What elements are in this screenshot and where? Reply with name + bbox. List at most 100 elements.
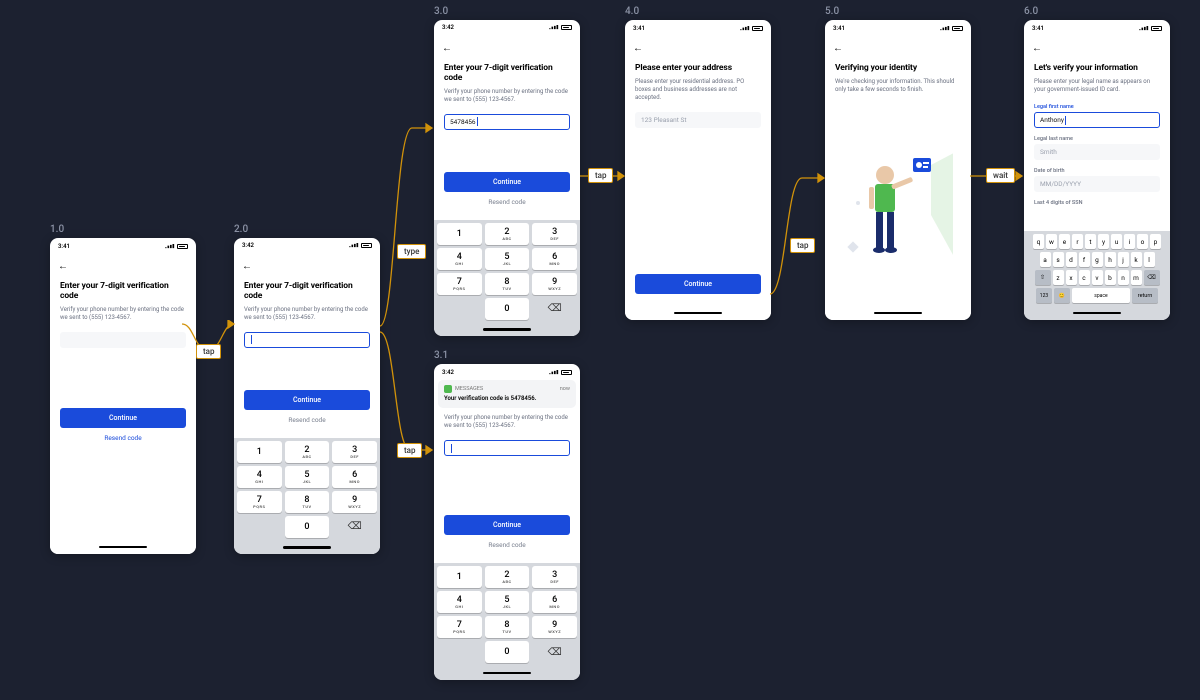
continue-button[interactable]: Continue	[635, 274, 761, 294]
key-e[interactable]: e	[1059, 234, 1070, 249]
resend-link[interactable]: Resend code	[444, 192, 570, 212]
key-9[interactable]: 9WXYZ	[532, 273, 577, 295]
home-indicator	[234, 541, 380, 554]
key-c[interactable]: c	[1079, 270, 1090, 285]
action-tap-3[interactable]: tap	[588, 168, 613, 183]
key-shift[interactable]: ⇧	[1035, 270, 1051, 285]
continue-button[interactable]: Continue	[444, 172, 570, 192]
key-123[interactable]: 123	[1036, 288, 1052, 303]
key-x[interactable]: x	[1066, 270, 1077, 285]
key-h[interactable]: h	[1105, 252, 1116, 267]
key-r[interactable]: r	[1072, 234, 1083, 249]
key-9[interactable]: 9WXYZ	[532, 616, 577, 638]
action-wait[interactable]: wait	[986, 168, 1015, 183]
back-icon[interactable]: ←	[1032, 43, 1042, 54]
key-8[interactable]: 8TUV	[285, 491, 330, 513]
key-9[interactable]: 9WXYZ	[332, 491, 377, 513]
back-icon[interactable]: ←	[833, 43, 843, 54]
key-i[interactable]: i	[1124, 234, 1135, 249]
key-t[interactable]: t	[1085, 234, 1096, 249]
key-5[interactable]: 5JKL	[285, 466, 330, 488]
key-b[interactable]: b	[1105, 270, 1116, 285]
page-title: Enter your 7-digit verification code	[60, 281, 186, 301]
key-w[interactable]: w	[1046, 234, 1057, 249]
key-u[interactable]: u	[1111, 234, 1122, 249]
key-delete[interactable]: ⌫	[532, 641, 577, 663]
code-input[interactable]	[244, 332, 370, 348]
key-0[interactable]: 0	[485, 298, 530, 320]
key-m[interactable]: m	[1131, 270, 1142, 285]
key-7[interactable]: 7PQRS	[237, 491, 282, 513]
continue-button[interactable]: Continue	[244, 390, 370, 410]
key-1[interactable]: 1	[437, 223, 482, 245]
action-tap-4[interactable]: tap	[790, 238, 815, 253]
key-n[interactable]: n	[1118, 270, 1129, 285]
key-s[interactable]: s	[1053, 252, 1064, 267]
key-space[interactable]: space	[1072, 288, 1130, 303]
key-2[interactable]: 2ABC	[285, 441, 330, 463]
key-delete[interactable]: ⌫	[532, 298, 577, 320]
key-o[interactable]: o	[1137, 234, 1148, 249]
action-type[interactable]: type	[397, 244, 426, 259]
key-3[interactable]: 3DEF	[332, 441, 377, 463]
status-time: 3:41	[833, 25, 845, 32]
resend-link[interactable]: Resend code	[244, 410, 370, 430]
key-q[interactable]: q	[1033, 234, 1044, 249]
dob-input[interactable]: MM/DD/YYYY	[1034, 176, 1160, 192]
key-2[interactable]: 2ABC	[485, 223, 530, 245]
resend-link[interactable]: Resend code	[444, 535, 570, 555]
key-emoji[interactable]: 😊	[1054, 288, 1070, 303]
key-1[interactable]: 1	[237, 441, 282, 463]
key-6[interactable]: 6MNO	[532, 591, 577, 613]
key-f[interactable]: f	[1079, 252, 1090, 267]
back-icon[interactable]: ←	[633, 43, 643, 54]
lastname-input[interactable]: Smith	[1034, 144, 1160, 160]
key-7[interactable]: 7PQRS	[437, 273, 482, 295]
key-3[interactable]: 3DEF	[532, 223, 577, 245]
key-3[interactable]: 3DEF	[532, 566, 577, 588]
key-2[interactable]: 2ABC	[485, 566, 530, 588]
firstname-input[interactable]: Anthony	[1034, 112, 1160, 128]
back-icon[interactable]: ←	[58, 261, 68, 272]
key-a[interactable]: a	[1040, 252, 1051, 267]
back-icon[interactable]: ←	[442, 43, 452, 54]
continue-button[interactable]: Continue	[444, 515, 570, 535]
key-0[interactable]: 0	[285, 516, 330, 538]
notif-title: Your verification code is 5478456.	[444, 395, 570, 402]
sms-notification[interactable]: MESSAGES now Your verification code is 5…	[438, 380, 576, 408]
key-return[interactable]: return	[1132, 288, 1158, 303]
key-v[interactable]: v	[1092, 270, 1103, 285]
action-tap-31[interactable]: tap	[397, 443, 422, 458]
address-input[interactable]: 123 Pleasant St	[635, 112, 761, 128]
resend-link[interactable]: Resend code	[60, 428, 186, 448]
key-l[interactable]: l	[1144, 252, 1155, 267]
key-6[interactable]: 6MNO	[532, 248, 577, 270]
key-5[interactable]: 5JKL	[485, 248, 530, 270]
key-4[interactable]: 4GHI	[437, 248, 482, 270]
code-input[interactable]	[60, 332, 186, 348]
key-p[interactable]: p	[1150, 234, 1161, 249]
key-j[interactable]: j	[1118, 252, 1129, 267]
home-indicator	[434, 323, 580, 336]
key-k[interactable]: k	[1131, 252, 1142, 267]
key-g[interactable]: g	[1092, 252, 1103, 267]
key-7[interactable]: 7PQRS	[437, 616, 482, 638]
key-d[interactable]: d	[1066, 252, 1077, 267]
key-4[interactable]: 4GHI	[437, 591, 482, 613]
key-0[interactable]: 0	[485, 641, 530, 663]
code-input[interactable]	[444, 440, 570, 456]
back-icon[interactable]: ←	[242, 261, 252, 272]
continue-button[interactable]: Continue	[60, 408, 186, 428]
key-z[interactable]: z	[1053, 270, 1064, 285]
key-1[interactable]: 1	[437, 566, 482, 588]
key-backspace[interactable]: ⌫	[1144, 270, 1160, 285]
key-4[interactable]: 4GHI	[237, 466, 282, 488]
key-5[interactable]: 5JKL	[485, 591, 530, 613]
key-8[interactable]: 8TUV	[485, 616, 530, 638]
action-tap-1[interactable]: tap	[196, 344, 221, 359]
key-delete[interactable]: ⌫	[332, 516, 377, 538]
code-input[interactable]: 5478456	[444, 114, 570, 130]
key-8[interactable]: 8TUV	[485, 273, 530, 295]
key-y[interactable]: y	[1098, 234, 1109, 249]
key-6[interactable]: 6MNO	[332, 466, 377, 488]
